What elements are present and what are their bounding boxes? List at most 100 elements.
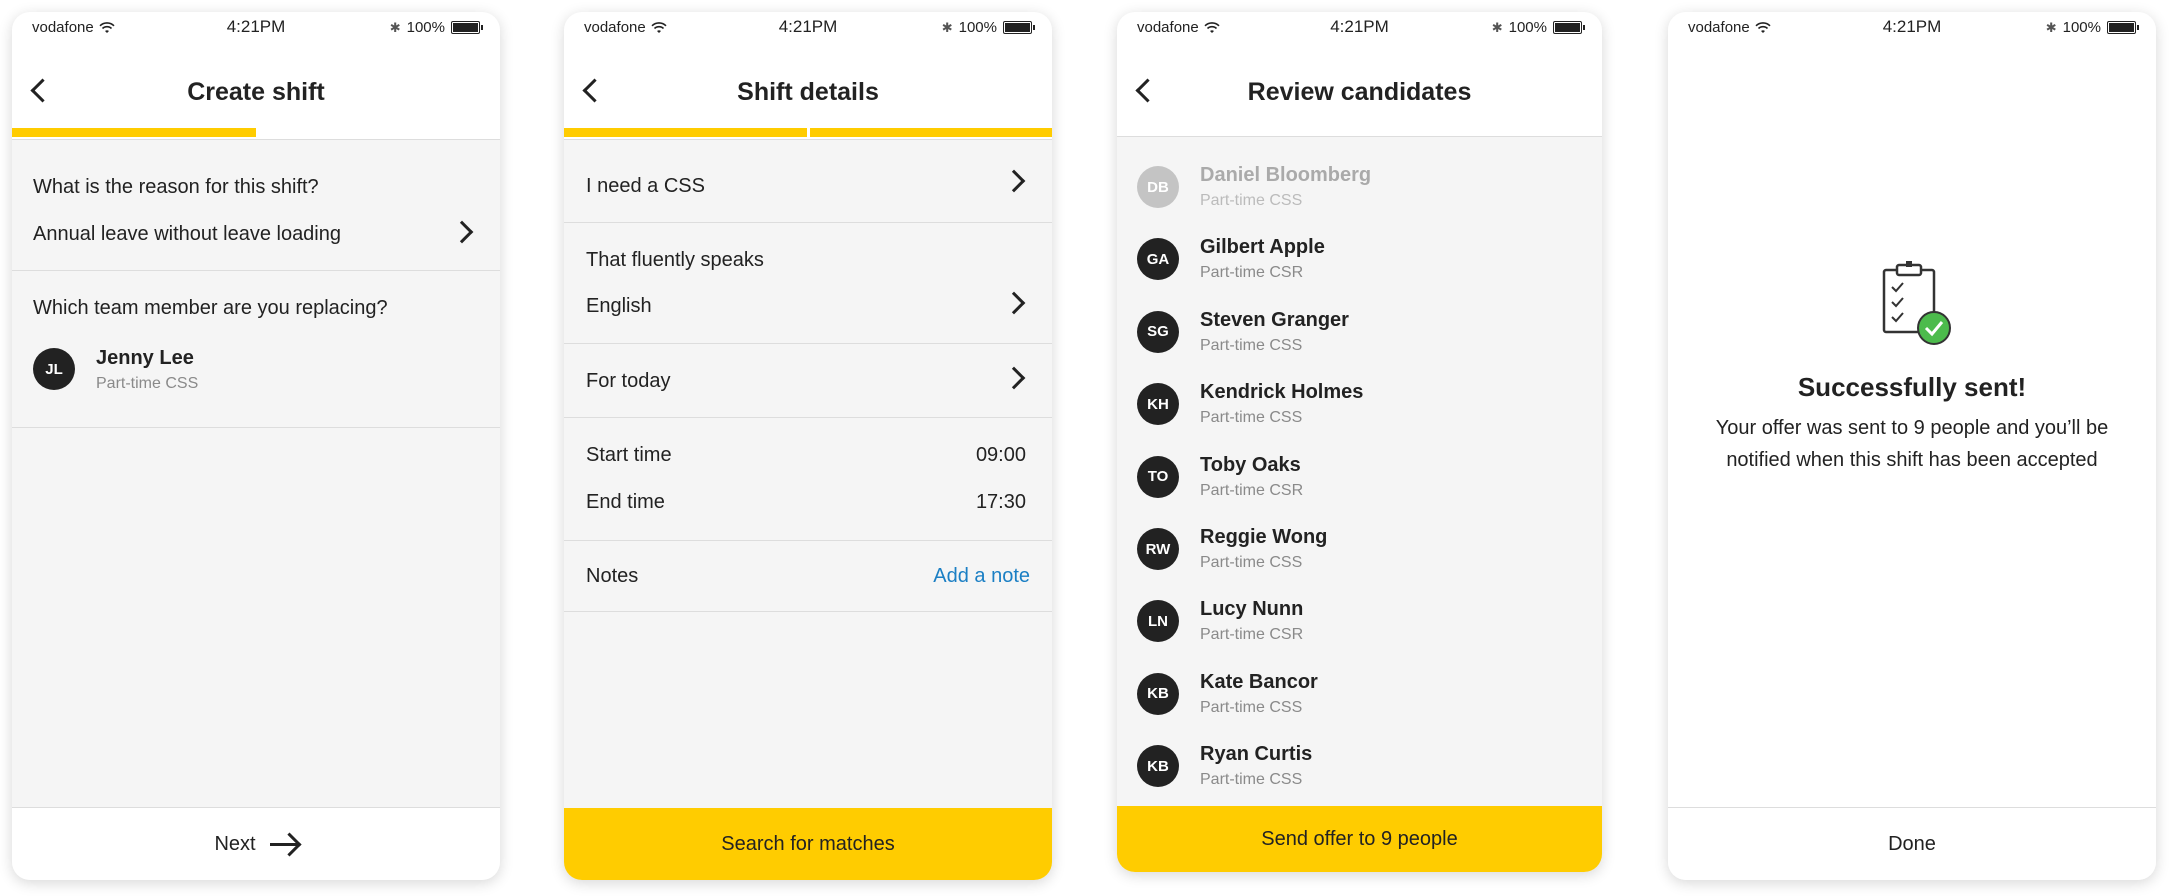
status-bar: vodafone 4:21PM ✱ 100% (1668, 12, 2156, 42)
success-screen: vodafone 4:21PM ✱ 100% Successfully sent… (1668, 12, 2156, 880)
progress-bar (12, 128, 500, 140)
candidate-role: Part-time CSS (1200, 554, 1303, 571)
page-title: Create shift (187, 78, 325, 106)
time-row: Start time 09:00 End time 17:30 (564, 418, 1052, 541)
avatar: DB (1137, 166, 1179, 208)
status-bar: vodafone 4:21PM ✱ 100% (12, 12, 500, 42)
candidate-row[interactable]: KH Kendrick Holmes Part-time CSS (1117, 369, 1602, 441)
chevron-right-icon (1002, 169, 1026, 193)
start-time-value[interactable]: 09:00 (976, 444, 1026, 467)
avatar: KB (1137, 672, 1179, 715)
avatar: KH (1137, 383, 1179, 426)
battery-icon (1553, 21, 1585, 34)
nav-bar: Create shift (12, 42, 500, 134)
candidate-row[interactable]: LN Lucy Nunn Part-time CSR (1117, 586, 1602, 658)
replacing-row[interactable]: Which team member are you replacing? JL … (12, 271, 500, 428)
candidate-role: Part-time CSS (1200, 192, 1303, 209)
candidate-role: Part-time CSS (1200, 698, 1303, 716)
candidate-name: Reggie Wong (1200, 526, 1328, 548)
candidate-row[interactable]: KB Kate Bancor Part-time CSS (1117, 659, 1602, 731)
next-button[interactable]: Next (12, 807, 500, 880)
language-row[interactable]: That fluently speaks English (564, 223, 1052, 344)
progress-fill (12, 128, 256, 137)
send-offer-button[interactable]: Send offer to 9 people (1117, 806, 1602, 872)
speaks-label: That fluently speaks (586, 249, 764, 271)
reason-value: Annual leave without leave loading (33, 223, 341, 245)
progress-bar (564, 128, 1052, 140)
notes-row: Notes Add a note (564, 541, 1052, 612)
reason-row[interactable]: What is the reason for this shift? Annua… (12, 140, 500, 271)
battery-icon (1003, 21, 1035, 34)
candidate-row[interactable]: RW Reggie Wong Part-time CSS (1117, 514, 1602, 586)
page-title: Review candidates (1247, 78, 1472, 106)
page-title: Shift details (737, 78, 879, 106)
replacing-label: Which team member are you replacing? (33, 297, 388, 319)
chevron-right-icon (450, 220, 474, 244)
done-button[interactable]: Done (1668, 807, 2156, 880)
battery-percent: 100% (2062, 19, 2101, 36)
nav-bar: Shift details (564, 42, 1052, 134)
candidate-row[interactable]: SG Steven Granger Part-time CSS (1117, 297, 1602, 369)
avatar: GA (1137, 238, 1179, 281)
member-role: Part-time CSS (96, 375, 199, 392)
avatar: RW (1137, 528, 1179, 570)
bluetooth-icon: ✱ (2045, 19, 2057, 35)
candidate-row[interactable]: KB Ryan Curtis Part-time CSS (1117, 731, 1602, 803)
avatar: TO (1137, 455, 1179, 498)
next-label: Next (214, 832, 256, 855)
battery-icon (451, 21, 483, 34)
member-name: Jenny Lee (96, 347, 194, 369)
speaks-value: English (586, 295, 652, 317)
battery-icon (2107, 21, 2139, 34)
battery-percent: 100% (1508, 19, 1547, 36)
success-message-line2: notified when this shift has been accept… (1726, 449, 2098, 471)
avatar: SG (1137, 310, 1179, 353)
avatar: KB (1137, 745, 1179, 788)
nav-bar: Review candidates (1117, 42, 1602, 137)
candidate-role: Part-time CSS (1200, 771, 1303, 789)
candidate-name: Gilbert Apple (1200, 236, 1325, 259)
progress-fill-step-2 (810, 128, 1052, 137)
chevron-right-icon (1002, 291, 1026, 315)
candidate-row[interactable]: GA Gilbert Apple Part-time CSR (1117, 224, 1602, 296)
success-heading: Successfully sent! (1797, 372, 2027, 402)
when-label: For today (586, 370, 671, 392)
need-row[interactable]: I need a CSS (564, 140, 1052, 223)
candidate-row[interactable]: DB Daniel Bloomberg Part-time CSS (1117, 152, 1602, 224)
reason-label: What is the reason for this shift? (33, 176, 319, 198)
add-note-link[interactable]: Add a note (933, 565, 1030, 588)
avatar: JL (33, 348, 75, 390)
review-candidates-screen: vodafone 4:21PM ✱ 100% Review candidates… (1117, 12, 1602, 872)
candidate-name: Daniel Bloomberg (1200, 164, 1372, 186)
arrow-right-icon (269, 842, 298, 846)
candidate-name: Ryan Curtis (1200, 743, 1313, 766)
battery-percent: 100% (958, 19, 997, 36)
candidate-name: Toby Oaks (1200, 453, 1301, 476)
end-time-value[interactable]: 17:30 (976, 491, 1026, 514)
candidate-role: Part-time CSS (1200, 336, 1303, 354)
candidate-role: Part-time CSS (1200, 409, 1303, 427)
candidate-name: Steven Granger (1200, 308, 1349, 331)
candidate-role: Part-time CSR (1200, 264, 1304, 282)
bluetooth-icon: ✱ (389, 19, 401, 35)
clipboard-check-icon (1882, 261, 1951, 345)
shift-details-screen: vodafone 4:21PM ✱ 100% Shift details I n… (564, 12, 1052, 880)
candidate-role: Part-time CSR (1200, 626, 1304, 644)
status-bar: vodafone 4:21PM ✱ 100% (1117, 12, 1602, 42)
candidate-name: Lucy Nunn (1200, 598, 1304, 621)
candidate-row[interactable]: TO Toby Oaks Part-time CSR (1117, 442, 1602, 514)
search-matches-button[interactable]: Search for matches (564, 808, 1052, 880)
end-time-label: End time (586, 491, 665, 513)
bluetooth-icon: ✱ (1491, 19, 1503, 35)
candidate-role: Part-time CSR (1200, 481, 1304, 499)
success-message-line1: Your offer was sent to 9 people and you’… (1715, 417, 2109, 439)
chevron-right-icon (1002, 366, 1026, 390)
create-shift-screen: vodafone 4:21PM ✱ 100% Create shift What… (12, 12, 500, 880)
progress-fill-step-1 (564, 128, 807, 137)
status-bar: vodafone 4:21PM ✱ 100% (564, 12, 1052, 42)
when-row[interactable]: For today (564, 344, 1052, 418)
notes-label: Notes (586, 565, 639, 587)
start-time-label: Start time (586, 444, 672, 466)
bluetooth-icon: ✱ (941, 19, 953, 35)
battery-percent: 100% (406, 19, 445, 36)
